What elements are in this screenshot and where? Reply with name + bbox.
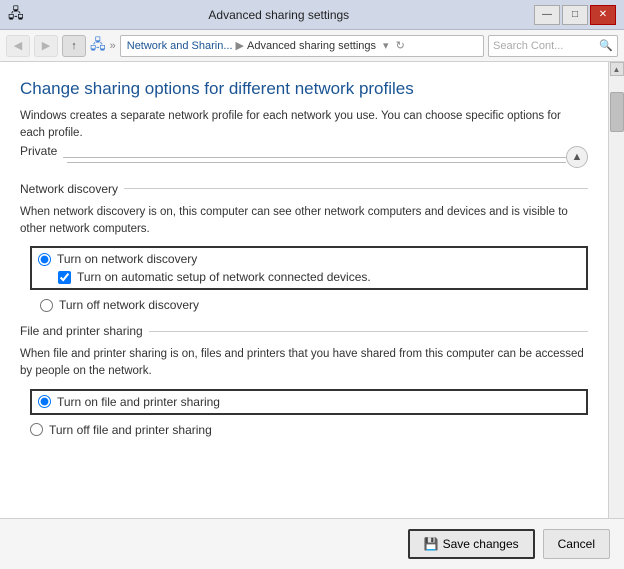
nav-icon: 🖧 bbox=[90, 34, 106, 58]
scrollbar[interactable]: ▲ bbox=[608, 62, 624, 518]
fps-off-option[interactable]: Turn off file and printer sharing bbox=[30, 423, 588, 437]
minimize-button[interactable]: — bbox=[534, 5, 560, 25]
fps-on-label: Turn on file and printer sharing bbox=[57, 395, 220, 409]
fps-on-box: Turn on file and printer sharing bbox=[30, 389, 588, 415]
breadcrumb-current: Advanced sharing settings bbox=[247, 40, 376, 52]
fps-off-radio[interactable] bbox=[30, 423, 43, 436]
nd-off-radio[interactable] bbox=[40, 299, 53, 312]
page-title: Change sharing options for different net… bbox=[20, 78, 588, 100]
nd-on-label: Turn on network discovery bbox=[57, 252, 197, 266]
network-discovery-section: Network discovery When network discovery… bbox=[20, 182, 588, 313]
nd-auto-label: Turn on automatic setup of network conne… bbox=[77, 270, 371, 284]
breadcrumb-refresh[interactable]: ↻ bbox=[396, 39, 405, 52]
private-section-title: Private bbox=[20, 144, 63, 158]
fps-options: Turn on file and printer sharing Turn of… bbox=[30, 389, 588, 437]
breadcrumb-sep2: ▶ bbox=[236, 39, 244, 52]
nd-description: When network discovery is on, this compu… bbox=[20, 204, 588, 239]
bottom-bar: 💾 Save changes Cancel bbox=[0, 518, 624, 569]
page-subtitle: Windows creates a separate network profi… bbox=[20, 108, 588, 143]
nd-on-radio[interactable] bbox=[38, 253, 51, 266]
maximize-button[interactable]: □ bbox=[562, 5, 588, 25]
fps-on-option[interactable]: Turn on file and printer sharing bbox=[38, 395, 580, 409]
search-bar[interactable]: Search Cont... 🔍 bbox=[488, 35, 618, 57]
nd-auto-option[interactable]: Turn on automatic setup of network conne… bbox=[58, 270, 580, 284]
file-printer-section: File and printer sharing When file and p… bbox=[20, 324, 588, 437]
main-container: Change sharing options for different net… bbox=[0, 62, 624, 518]
fps-off-label: Turn off file and printer sharing bbox=[49, 423, 212, 437]
forward-button[interactable]: ▶ bbox=[34, 35, 58, 57]
up-button[interactable]: ↑ bbox=[62, 35, 86, 57]
title-bar-icon: 🖧 bbox=[8, 3, 24, 27]
content-area: Change sharing options for different net… bbox=[0, 62, 608, 518]
private-section: Private ▲ Network discovery When network… bbox=[20, 157, 588, 437]
nd-auto-checkbox[interactable] bbox=[58, 271, 71, 284]
address-bar: ◀ ▶ ↑ 🖧 » Network and Sharin... ▶ Advanc… bbox=[0, 30, 624, 62]
save-icon: 💾 bbox=[424, 537, 439, 551]
title-bar-title: Advanced sharing settings bbox=[24, 8, 534, 22]
nd-off-label: Turn off network discovery bbox=[59, 298, 199, 312]
title-bar: 🖧 Advanced sharing settings — □ ✕ bbox=[0, 0, 624, 30]
breadcrumb-dropdown[interactable]: ▾ bbox=[383, 39, 389, 52]
save-label: Save changes bbox=[443, 537, 519, 551]
back-button[interactable]: ◀ bbox=[6, 35, 30, 57]
nd-on-box: Turn on network discovery Turn on automa… bbox=[30, 246, 588, 290]
breadcrumb-sep1: » bbox=[110, 40, 116, 52]
cancel-button[interactable]: Cancel bbox=[543, 529, 610, 559]
fps-section-title: File and printer sharing bbox=[20, 324, 149, 338]
save-changes-button[interactable]: 💾 Save changes bbox=[408, 529, 535, 559]
nd-on-option[interactable]: Turn on network discovery bbox=[38, 252, 580, 266]
breadcrumb-bar[interactable]: Network and Sharin... ▶ Advanced sharing… bbox=[120, 35, 484, 57]
collapse-button[interactable]: ▲ bbox=[566, 146, 588, 168]
scroll-up-button[interactable]: ▲ bbox=[610, 62, 624, 76]
nd-options: Turn on network discovery Turn on automa… bbox=[30, 246, 588, 312]
fps-on-radio[interactable] bbox=[38, 395, 51, 408]
title-bar-controls: — □ ✕ bbox=[534, 5, 616, 25]
scroll-thumb[interactable] bbox=[610, 92, 624, 132]
search-placeholder: Search Cont... bbox=[493, 40, 563, 52]
fps-description: When file and printer sharing is on, fil… bbox=[20, 346, 588, 381]
breadcrumb-network: Network and Sharin... bbox=[127, 40, 233, 52]
search-icon[interactable]: 🔍 bbox=[599, 39, 613, 52]
close-button[interactable]: ✕ bbox=[590, 5, 616, 25]
nd-off-option[interactable]: Turn off network discovery bbox=[40, 298, 588, 312]
nd-section-title: Network discovery bbox=[20, 182, 124, 196]
